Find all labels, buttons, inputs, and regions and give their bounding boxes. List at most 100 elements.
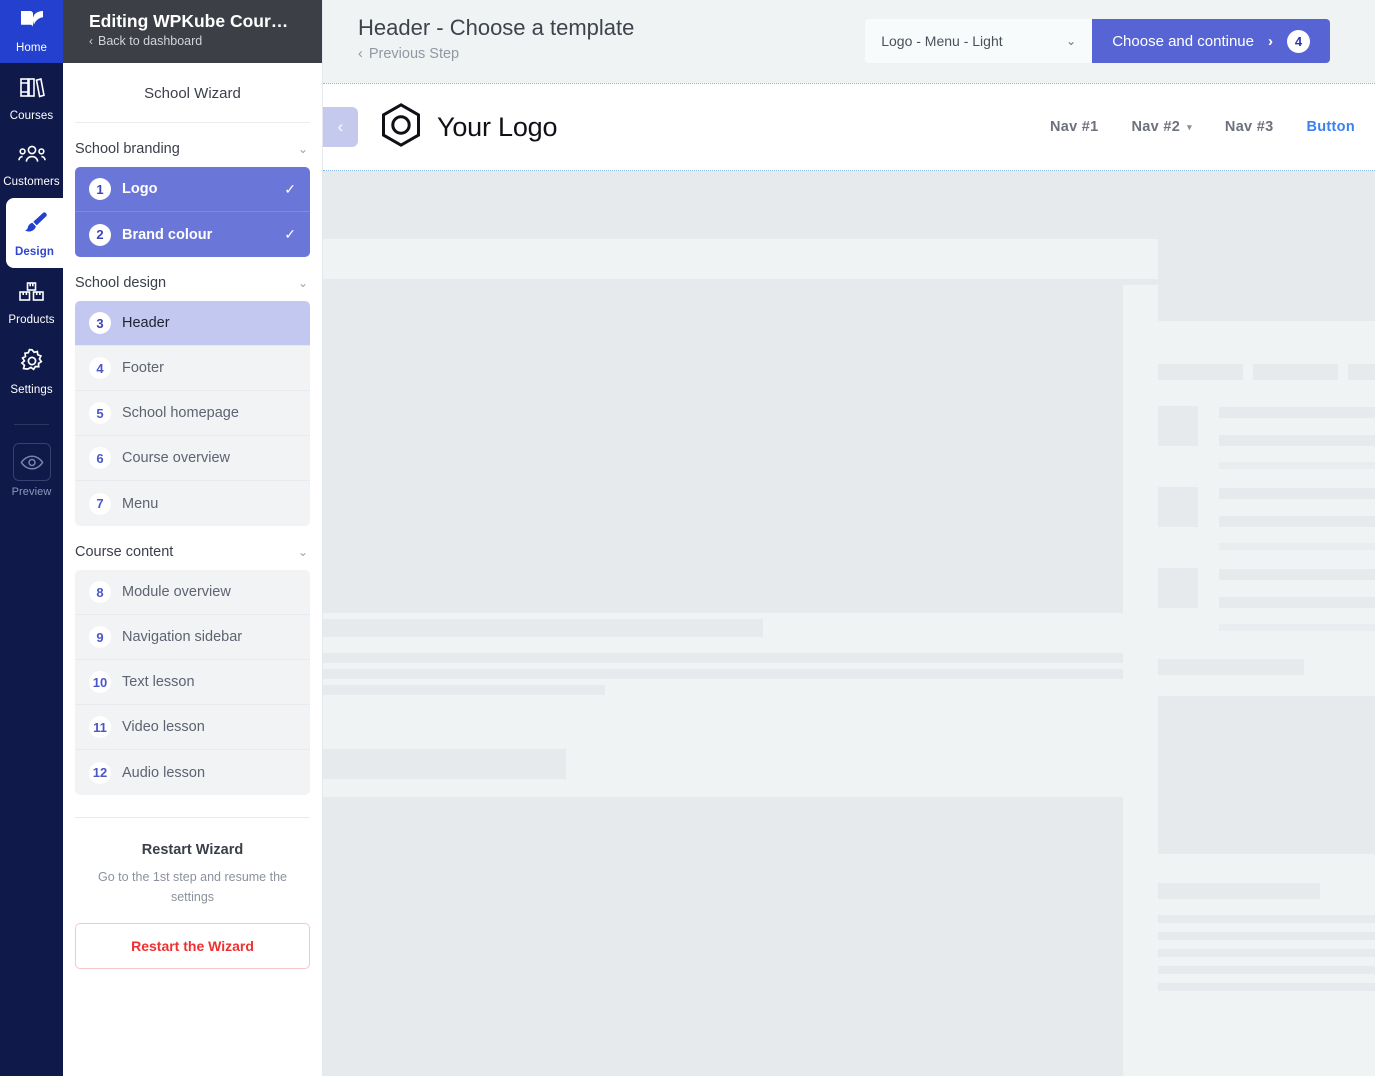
rail-item-label: Preview [11, 486, 52, 498]
site-logo[interactable]: Your Logo [379, 102, 558, 153]
choose-and-continue-button[interactable]: Choose and continue › 4 [1092, 19, 1330, 63]
skeleton-line [1219, 516, 1375, 527]
step-number: 7 [89, 492, 111, 515]
step-item-header[interactable]: 3 Header [75, 301, 310, 346]
step-label: Logo [122, 181, 158, 197]
back-to-dashboard-link[interactable]: ‹ Back to dashboard [89, 34, 308, 48]
skeleton-hero-block [323, 285, 1123, 613]
step-list-course-content: 8 Module overview 9 Navigation sidebar 1… [75, 570, 310, 795]
rail-item-design[interactable]: Design [6, 198, 63, 268]
book-leaf-icon [19, 8, 45, 37]
group-header-school-branding[interactable]: School branding ⌄ [63, 123, 322, 167]
collapse-preview-button[interactable]: ‹ [323, 107, 358, 147]
skeleton-line [323, 685, 605, 695]
previous-step-link[interactable]: ‹ Previous Step [358, 46, 634, 62]
step-list-school-branding: 1 Logo ✓ 2 Brand colour ✓ [75, 167, 310, 257]
page-title: Header - Choose a template [358, 15, 635, 40]
step-item-brand-colour[interactable]: 2 Brand colour ✓ [75, 212, 310, 257]
chevron-left-icon: ‹ [89, 34, 93, 48]
chevron-down-icon: ⌄ [1066, 34, 1077, 48]
skeleton-hero-block-2 [323, 797, 1123, 1076]
wizard-title: School Wizard [75, 63, 310, 123]
rail-item-settings[interactable]: Settings [0, 336, 63, 406]
step-label: Menu [122, 495, 159, 512]
skeleton-thumb [1158, 487, 1198, 527]
rail-item-preview[interactable]: Preview [0, 439, 63, 508]
skeleton-line [323, 653, 1123, 663]
chevron-right-icon: › [1268, 32, 1273, 50]
people-icon [17, 144, 46, 171]
rail-item-courses[interactable]: Courses [0, 63, 63, 132]
site-nav-item-3[interactable]: Nav #3 [1225, 119, 1274, 135]
previous-step-label: Previous Step [368, 46, 460, 62]
step-item-menu[interactable]: 7 Menu [75, 481, 310, 526]
chevron-down-icon: ⌄ [297, 545, 308, 559]
skeleton-thumb [1158, 568, 1198, 608]
template-select[interactable]: Logo - Menu - Light ⌄ [865, 19, 1093, 63]
step-item-footer[interactable]: 4 Footer [75, 346, 310, 391]
skeleton-pill [1348, 364, 1375, 380]
skeleton-line [1158, 966, 1375, 974]
group-title: Course content [75, 544, 174, 560]
page-content-skeleton [323, 171, 1375, 1076]
step-number: 10 [89, 671, 111, 693]
site-header-template[interactable]: ‹ Your Logo Nav #1 Nav #2 ▾ Nav #3 Butto… [323, 83, 1375, 171]
skeleton-line [1219, 543, 1375, 550]
template-preview-canvas: ‹ Your Logo Nav #1 Nav #2 ▾ Nav #3 Butto… [323, 83, 1375, 1076]
step-label: Footer [122, 360, 164, 376]
skeleton-sidebar-image [1158, 696, 1375, 854]
group-header-school-design[interactable]: School design ⌄ [63, 257, 322, 301]
skeleton-sidebar-title [1158, 883, 1320, 899]
step-number: 4 [89, 357, 111, 379]
group-header-course-content[interactable]: Course content ⌄ [63, 526, 322, 570]
group-title: School design [75, 275, 167, 291]
hexagon-logo-icon [379, 102, 423, 153]
step-label: Navigation sidebar [122, 629, 243, 645]
wizard-panel: Editing WPKube Cour… ‹ Back to dashboard… [63, 0, 323, 1076]
primary-icon-rail: Home Courses Customers Design Products S… [0, 0, 63, 1076]
rail-item-home[interactable]: Home [0, 0, 63, 63]
restart-the-wizard-button[interactable]: Restart the Wizard [75, 923, 310, 969]
chevron-down-icon: ⌄ [297, 142, 308, 156]
step-item-course-overview[interactable]: 6 Course overview [75, 436, 310, 481]
skeleton-sidebar-title [1158, 183, 1352, 199]
rail-item-customers[interactable]: Customers [0, 132, 63, 198]
topbar-left: Header - Choose a template ‹ Previous St… [358, 14, 634, 62]
skeleton-line [1158, 932, 1375, 940]
books-icon [19, 75, 45, 105]
rail-divider [14, 424, 49, 425]
step-number: 11 [89, 716, 111, 738]
step-item-audio-lesson[interactable]: 12 Audio lesson [75, 750, 310, 795]
choose-and-continue-label: Choose and continue [1112, 32, 1254, 50]
rail-item-products[interactable]: Products [0, 268, 63, 336]
rail-item-label: Courses [9, 110, 54, 122]
step-label: Text lesson [122, 674, 195, 690]
step-list-school-design: 3 Header 4 Footer 5 School homepage 6 Co… [75, 301, 310, 526]
step-item-logo[interactable]: 1 Logo ✓ [75, 167, 310, 212]
step-number: 3 [89, 312, 111, 334]
site-nav-item-2[interactable]: Nav #2 ▾ [1132, 119, 1192, 135]
skeleton-line [1158, 983, 1375, 991]
app-root: Home Courses Customers Design Products S… [0, 0, 1375, 1076]
restart-wizard-section: Restart Wizard Go to the 1st step and re… [75, 817, 310, 969]
site-nav-item-1[interactable]: Nav #1 [1050, 119, 1099, 135]
step-item-module-overview[interactable]: 8 Module overview [75, 570, 310, 615]
topbar: Header - Choose a template ‹ Previous St… [323, 0, 1375, 83]
step-item-school-homepage[interactable]: 5 School homepage [75, 391, 310, 436]
step-label: Header [122, 315, 170, 331]
chevron-down-icon: ▾ [1187, 121, 1192, 132]
step-number: 5 [89, 402, 111, 424]
step-item-video-lesson[interactable]: 11 Video lesson [75, 705, 310, 750]
step-item-navigation-sidebar[interactable]: 9 Navigation sidebar [75, 615, 310, 660]
check-icon: ✓ [284, 226, 296, 242]
step-item-text-lesson[interactable]: 10 Text lesson [75, 660, 310, 705]
rail-item-label: Design [15, 246, 54, 258]
site-nav-button[interactable]: Button [1306, 119, 1355, 135]
rail-item-label: Settings [10, 384, 53, 396]
step-number: 6 [89, 447, 111, 469]
site-nav: Nav #1 Nav #2 ▾ Nav #3 Button [1050, 119, 1375, 135]
skeleton-line [323, 669, 1123, 679]
rail-item-label: Customers [3, 176, 60, 188]
step-number: 2 [89, 223, 111, 246]
skeleton-chip [323, 749, 566, 779]
